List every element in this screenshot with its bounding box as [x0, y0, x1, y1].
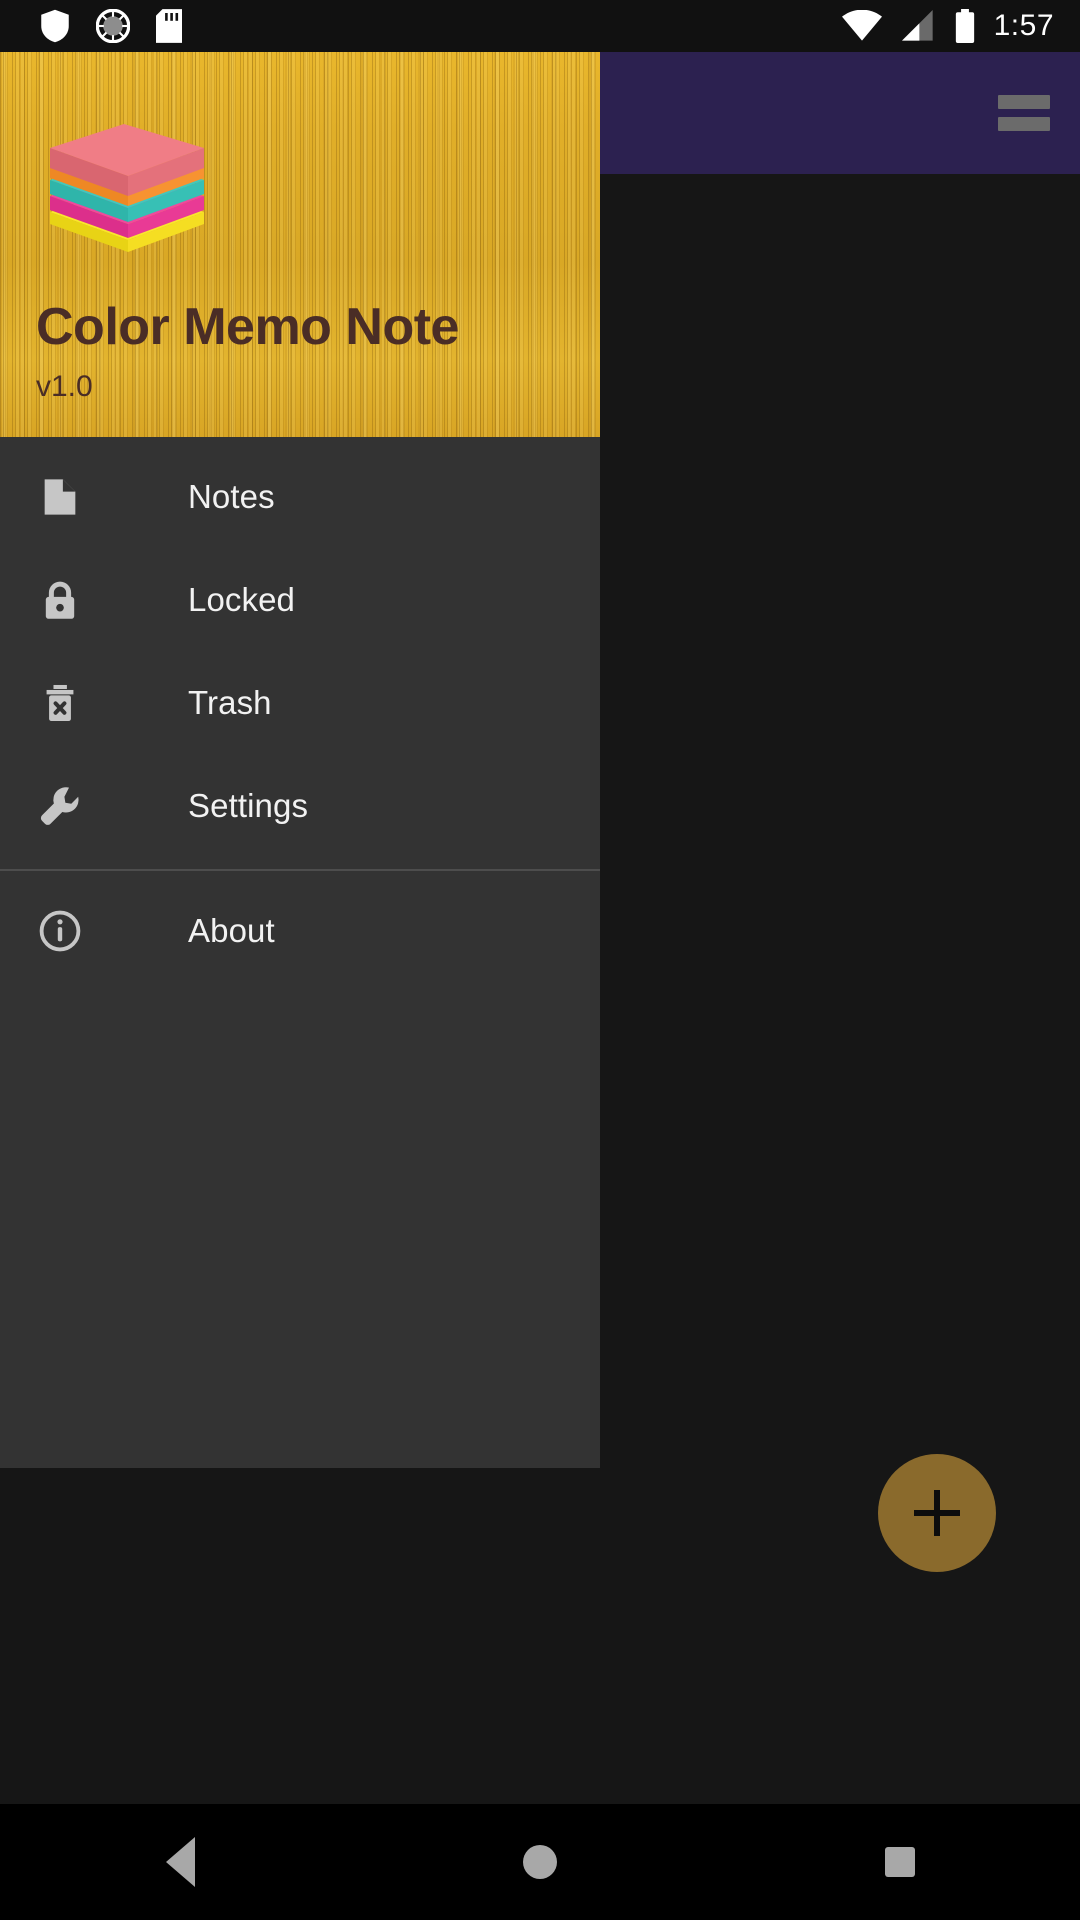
recents-icon — [885, 1847, 915, 1877]
wrench-icon — [34, 780, 86, 832]
app-title: Color Memo Note — [36, 298, 459, 356]
wifi-icon — [841, 10, 882, 41]
sidebar-item-settings[interactable]: Settings — [0, 754, 600, 857]
phone-screen: 1:57 Color Memo Note v1.0 Notes Locked T… — [0, 0, 1080, 1920]
sidebar-item-locked[interactable]: Locked — [0, 548, 600, 651]
nav-back-button[interactable] — [0, 1837, 360, 1887]
status-bar: 1:57 — [0, 0, 1080, 52]
overflow-bar-2 — [998, 117, 1050, 131]
info-circle-icon — [34, 905, 86, 957]
menu-divider — [0, 869, 600, 871]
trash-delete-icon — [34, 677, 86, 729]
battery-icon — [955, 9, 974, 43]
overflow-bar-1 — [998, 95, 1050, 109]
drawer-header: Color Memo Note v1.0 — [0, 52, 600, 437]
status-bar-clock: 1:57 — [993, 9, 1054, 42]
sidebar-item-label: About — [188, 911, 275, 949]
sidebar-item-label: Locked — [188, 580, 296, 618]
nav-home-button[interactable] — [360, 1845, 720, 1879]
sticky-note-stack-logo — [36, 120, 216, 260]
drawer-menu-bottom: About — [0, 879, 600, 982]
navigation-drawer: Color Memo Note v1.0 Notes Locked Trash … — [0, 52, 600, 1468]
sidebar-item-label: Settings — [188, 786, 309, 824]
plus-icon — [914, 1490, 960, 1536]
sd-card-icon — [156, 9, 182, 43]
sidebar-item-about[interactable]: About — [0, 879, 600, 982]
document-icon — [34, 471, 86, 523]
status-bar-left-icons — [0, 9, 182, 43]
overflow-menu-icon[interactable] — [998, 92, 1050, 134]
sidebar-item-notes[interactable]: Notes — [0, 445, 600, 548]
sidebar-item-label: Notes — [188, 477, 275, 515]
drawer-menu: Notes Locked Trash Settings About — [0, 437, 600, 982]
android-navigation-bar — [0, 1804, 1080, 1920]
sidebar-item-label: Trash — [188, 683, 272, 721]
nav-recents-button[interactable] — [720, 1847, 1080, 1877]
home-icon — [523, 1845, 557, 1879]
add-note-fab[interactable] — [878, 1454, 996, 1572]
shield-icon — [41, 9, 69, 43]
status-bar-right-icons: 1:57 — [841, 0, 1054, 52]
sidebar-item-trash[interactable]: Trash — [0, 651, 600, 754]
app-version: v1.0 — [36, 370, 93, 403]
back-icon — [165, 1837, 195, 1887]
sync-spinner-icon — [96, 9, 130, 43]
lock-icon — [34, 574, 86, 626]
cell-signal-icon — [901, 10, 933, 41]
